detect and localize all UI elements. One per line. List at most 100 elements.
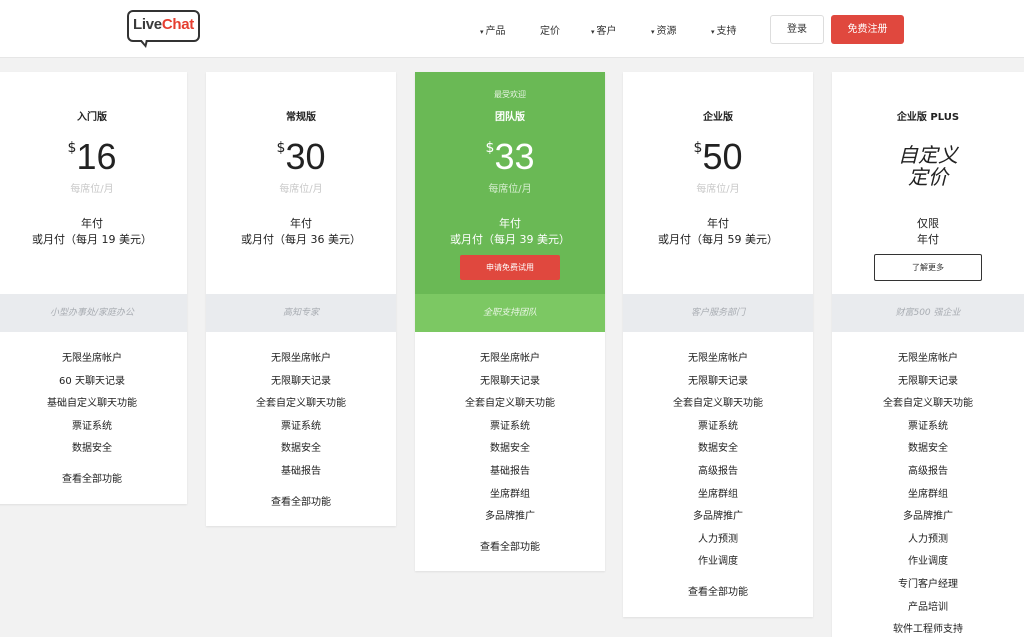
feature-item: 数据安全 xyxy=(490,443,530,455)
currency-symbol: $ xyxy=(485,140,495,156)
feature-item: 票证系统 xyxy=(490,420,530,432)
feature-item: 无限聊天记录 xyxy=(271,375,331,387)
feature-item: 全套自定义聊天功能 xyxy=(465,398,555,410)
nav-products-label: 产品 xyxy=(485,26,506,37)
plan-card-enterprise-plus: 企业版 PLUS 自定义 定价 仅限 年付 了解更多 财富500 强企业 无限坐… xyxy=(832,72,1024,637)
see-all-features-link[interactable]: 查看全部功能 xyxy=(0,470,187,485)
feature-item: 无限坐席帐户 xyxy=(480,353,540,364)
free-trial-button[interactable]: 申请免费试用 xyxy=(460,255,560,280)
see-all-features-link[interactable]: 查看全部功能 xyxy=(206,493,396,508)
feature-item: 基础自定义聊天功能 xyxy=(47,398,137,410)
livechat-logo[interactable]: LiveChat xyxy=(127,10,200,48)
plan-price: $50 xyxy=(623,136,813,178)
plan-name: 企业版 xyxy=(703,112,733,123)
billing-annual: 年付 xyxy=(707,217,729,230)
feature-item: 票证系统 xyxy=(281,420,321,432)
plan-card-enterprise: 企业版 $50 每席位/月 年付 或月付（每月 59 美元） 客户服务部门 无限… xyxy=(623,72,813,617)
billing-annual: 年付 xyxy=(81,217,103,230)
plan-price: $33 xyxy=(415,136,605,178)
feature-item: 60 天聊天记录 xyxy=(59,375,125,387)
audience-band: 小型办事处/家庭办公 xyxy=(0,294,187,332)
billing-annual: 年付 xyxy=(290,217,312,230)
feature-item: 作业调度 xyxy=(698,556,738,568)
feature-item: 高级报告 xyxy=(908,465,948,477)
feature-item: 软件工程师支持 xyxy=(893,624,963,636)
feature-item: 无限聊天记录 xyxy=(480,375,540,387)
nav-pricing-label: 定价 xyxy=(540,26,560,37)
nav-support[interactable]: ▾ 支持 xyxy=(711,22,737,37)
plan-header: 企业版 $50 每席位/月 年付 或月付（每月 59 美元） xyxy=(623,72,813,294)
nav-support-label: 支持 xyxy=(716,26,737,37)
price-amount: 16 xyxy=(76,136,117,177)
nav-customers[interactable]: ▾ 客户 xyxy=(591,22,617,37)
feature-item: 多品牌推广 xyxy=(485,511,535,523)
learn-more-button[interactable]: 了解更多 xyxy=(874,254,982,281)
feature-item: 基础报告 xyxy=(281,465,321,477)
custom-pricing: 自定义 定价 xyxy=(832,144,1024,188)
price-unit: 每席位/月 xyxy=(696,184,740,195)
audience-band: 全职支持团队 xyxy=(415,294,605,332)
price-unit: 每席位/月 xyxy=(70,184,114,195)
plan-name: 入门版 xyxy=(77,112,107,123)
plan-price: $16 xyxy=(0,136,187,178)
plan-name: 常规版 xyxy=(286,112,316,123)
billing-monthly: 或月付（每月 36 美元） xyxy=(241,233,361,246)
custom-pricing-line2: 定价 xyxy=(908,165,948,189)
billing-annual: 年付 xyxy=(917,233,939,246)
feature-item: 坐席群组 xyxy=(698,488,738,500)
feature-item: 数据安全 xyxy=(281,443,321,455)
price-amount: 30 xyxy=(285,136,326,177)
nav-pricing[interactable]: 定价 xyxy=(540,22,560,37)
price-amount: 50 xyxy=(702,136,743,177)
plan-header: 企业版 PLUS 自定义 定价 仅限 年付 了解更多 xyxy=(832,72,1024,294)
login-button[interactable]: 登录 xyxy=(770,15,824,44)
feature-item: 数据安全 xyxy=(698,443,738,455)
feature-item: 坐席群组 xyxy=(490,488,530,500)
feature-item: 无限坐席帐户 xyxy=(62,353,122,364)
most-popular-tag: 最受欢迎 xyxy=(494,90,526,99)
feature-list: 无限坐席帐户 无限聊天记录 全套自定义聊天功能 票证系统 数据安全 高级报告 坐… xyxy=(623,348,813,574)
billing-monthly: 或月付（每月 19 美元） xyxy=(32,233,152,246)
feature-item: 产品培训 xyxy=(908,601,948,613)
nav-customers-label: 客户 xyxy=(596,26,617,37)
feature-item: 无限坐席帐户 xyxy=(898,353,958,364)
caret-down-icon: ▾ xyxy=(651,28,655,36)
nav-resources[interactable]: ▾ 资源 xyxy=(651,22,677,37)
plan-name: 团队版 xyxy=(495,112,525,123)
plan-name: 企业版 PLUS xyxy=(896,112,960,123)
plan-header: 最受欢迎 团队版 $33 每席位/月 年付 或月付（每月 39 美元） 申请免费… xyxy=(415,72,605,294)
nav-products[interactable]: ▾ 产品 xyxy=(480,22,506,37)
feature-item: 无限坐席帐户 xyxy=(688,353,748,364)
plan-card-team: 最受欢迎 团队版 $33 每席位/月 年付 或月付（每月 39 美元） 申请免费… xyxy=(415,72,605,571)
feature-list: 无限坐席帐户 无限聊天记录 全套自定义聊天功能 票证系统 数据安全 基础报告 xyxy=(206,348,396,484)
caret-down-icon: ▾ xyxy=(591,28,595,36)
audience-band: 财富500 强企业 xyxy=(832,294,1024,332)
caret-down-icon: ▾ xyxy=(711,28,715,36)
logo-text-chat: Chat xyxy=(161,16,194,33)
logo-text-live: Live xyxy=(133,16,162,33)
top-navbar: LiveChat ▾ 产品 定价 ▾ 客户 ▾ 资源 ▾ 支持 登录 免费注册 xyxy=(0,0,1024,58)
plan-card-starter: 入门版 $16 每席位/月 年付 或月付（每月 19 美元） 小型办事处/家庭办… xyxy=(0,72,187,504)
see-all-features-link[interactable]: 查看全部功能 xyxy=(415,538,605,553)
see-all-features-link[interactable]: 查看全部功能 xyxy=(623,583,813,598)
billing-monthly: 或月付（每月 39 美元） xyxy=(450,233,570,246)
feature-item: 无限聊天记录 xyxy=(688,375,748,387)
feature-item: 人力预测 xyxy=(908,533,948,545)
feature-list: 无限坐席帐户 无限聊天记录 全套自定义聊天功能 票证系统 数据安全 高级报告 坐… xyxy=(832,348,1024,637)
feature-item: 多品牌推广 xyxy=(903,511,953,523)
plan-header: 入门版 $16 每席位/月 年付 或月付（每月 19 美元） xyxy=(0,72,187,294)
plan-card-regular: 常规版 $30 每席位/月 年付 或月付（每月 36 美元） 高知专家 无限坐席… xyxy=(206,72,396,526)
price-unit: 每席位/月 xyxy=(488,184,532,195)
feature-item: 全套自定义聊天功能 xyxy=(673,398,763,410)
feature-item: 全套自定义聊天功能 xyxy=(256,398,346,410)
feature-item: 无限坐席帐户 xyxy=(271,353,331,364)
signup-button[interactable]: 免费注册 xyxy=(831,15,904,44)
plan-price: $30 xyxy=(206,136,396,178)
feature-item: 票证系统 xyxy=(698,420,738,432)
currency-symbol: $ xyxy=(67,140,77,156)
audience-band: 客户服务部门 xyxy=(623,294,813,332)
currency-symbol: $ xyxy=(276,140,286,156)
feature-item: 无限聊天记录 xyxy=(898,375,958,387)
feature-item: 作业调度 xyxy=(908,556,948,568)
feature-item: 票证系统 xyxy=(908,420,948,432)
